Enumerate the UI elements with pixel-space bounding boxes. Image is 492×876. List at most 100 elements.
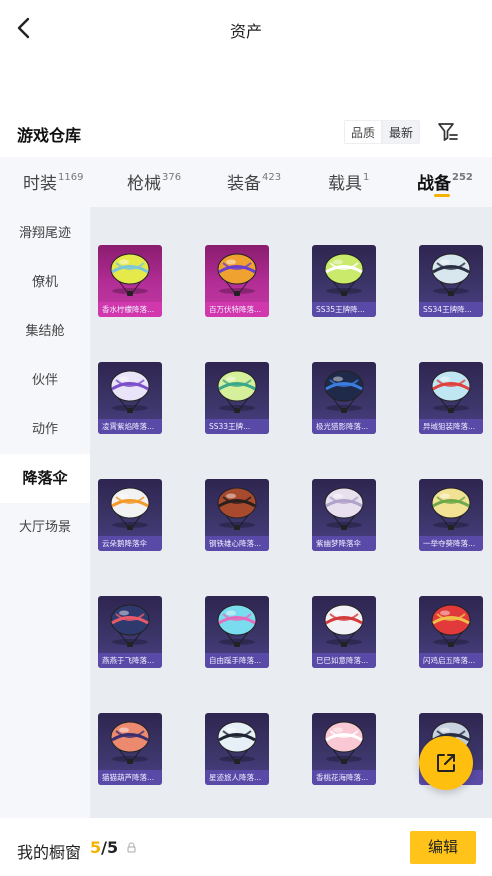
item-name: 钢铁雄心降落...: [205, 536, 269, 551]
parachute-image: [324, 253, 364, 296]
sort-quality-button[interactable]: 品质: [344, 120, 383, 144]
item-name: 自由蹊手降落...: [205, 653, 269, 668]
parachute-item-card[interactable]: 闪鸡启五降落...: [419, 596, 483, 668]
parachute-image: [431, 487, 471, 530]
item-name: 香桃花海降落...: [312, 770, 376, 785]
item-name: 云朵鹅降落伞: [98, 536, 162, 551]
parachute-image: [217, 487, 257, 530]
parachute-item-card[interactable]: 香水柠檬降落...: [98, 245, 162, 317]
item-name: 闪鸡启五降落...: [419, 653, 483, 668]
sidebar-item-glide-trail[interactable]: 滑翔尾迹: [0, 209, 90, 258]
item-name: 紫幽梦降落伞: [312, 536, 376, 551]
item-name: 香水柠檬降落...: [98, 302, 162, 317]
parachute-item-card[interactable]: 一举夺葵降落...: [419, 479, 483, 551]
item-name: 猫猫葫芦降落...: [98, 770, 162, 785]
lock-icon: [127, 842, 136, 853]
parachute-image: [217, 370, 257, 413]
tab-weapons[interactable]: 枪械376: [127, 169, 181, 194]
tab-label: 载具: [328, 174, 362, 194]
showcase-used: 5: [90, 838, 102, 857]
parachute-image: [110, 721, 150, 764]
warehouse-header: 游戏仓库 品质 最新: [0, 114, 492, 154]
item-name: 燕燕于飞降落...: [98, 653, 162, 668]
share-fab[interactable]: [419, 736, 473, 790]
parachute-item-card[interactable]: 钢铁雄心降落...: [205, 479, 269, 551]
item-name: 星迹旅人降落...: [205, 770, 269, 785]
sidebar-item-wingman[interactable]: 僚机: [0, 258, 90, 307]
tab-battle-gear[interactable]: 战备252: [417, 169, 473, 194]
parachute-item-card[interactable]: SS34王牌降...: [419, 245, 483, 317]
category-tabs: 时装1169 枪械376 装备423 载具1 战备252: [0, 157, 492, 207]
parachute-item-card[interactable]: 巳巳如意降落...: [312, 596, 376, 668]
parachute-item-card[interactable]: 紫幽梦降落伞: [312, 479, 376, 551]
parachute-item-card[interactable]: 云朵鹅降落伞: [98, 479, 162, 551]
filter-icon: [438, 123, 458, 141]
parachute-item-card[interactable]: SS33王牌...: [205, 362, 269, 434]
showcase-total: 5: [106, 838, 119, 857]
sort-toggle: 品质 最新: [344, 120, 421, 144]
item-name: 一举夺葵降落...: [419, 536, 483, 551]
parachute-image: [110, 253, 150, 296]
parachute-item-card[interactable]: 异域狙装降落...: [419, 362, 483, 434]
parachute-item-card[interactable]: 猫猫葫芦降落...: [98, 713, 162, 785]
parachute-image: [431, 604, 471, 647]
parachute-image: [324, 721, 364, 764]
parachute-item-card[interactable]: 凌霄紫焰降落...: [98, 362, 162, 434]
tab-label: 时装: [23, 174, 57, 194]
tab-label: 枪械: [127, 174, 161, 194]
item-name: SS35王牌降...: [312, 302, 376, 317]
parachute-image: [217, 721, 257, 764]
tab-count: 423: [262, 172, 282, 184]
tab-fashion[interactable]: 时装1169: [23, 169, 83, 194]
warehouse-title: 游戏仓库: [17, 126, 82, 145]
tab-count: 1169: [58, 172, 84, 184]
external-link-icon: [437, 754, 455, 772]
active-tab-indicator: [434, 194, 450, 197]
sort-newest-button[interactable]: 最新: [382, 120, 421, 144]
sidebar-item-emote[interactable]: 动作: [0, 405, 90, 454]
item-name: 巳巳如意降落...: [312, 653, 376, 668]
edit-button[interactable]: 编辑: [410, 831, 476, 864]
parachute-image: [110, 370, 150, 413]
parachute-image: [217, 253, 257, 296]
parachute-image: [324, 370, 364, 413]
parachute-image: [431, 253, 471, 296]
page-title: 资产: [229, 22, 262, 41]
tab-equipment[interactable]: 装备423: [227, 169, 281, 194]
item-name: SS34王牌降...: [419, 302, 483, 317]
tab-vehicles[interactable]: 载具1: [328, 169, 369, 194]
showcase-label: 我的橱窗: [17, 843, 82, 862]
sidebar: 滑翔尾迹 僚机 集结舱 伙伴 动作 降落伞 大厅场景: [0, 207, 90, 819]
item-name: 凌霄紫焰降落...: [98, 419, 162, 434]
parachute-item-card[interactable]: 星迹旅人降落...: [205, 713, 269, 785]
tab-label: 装备: [227, 174, 261, 194]
filter-button[interactable]: [436, 120, 460, 144]
item-name: 极光猎影降落...: [312, 419, 376, 434]
parachute-image: [324, 604, 364, 647]
parachute-item-card[interactable]: 百万伏特降落...: [205, 245, 269, 317]
item-name: 异域狙装降落...: [419, 419, 483, 434]
parachute-image: [110, 604, 150, 647]
sidebar-item-parachute[interactable]: 降落伞: [0, 454, 90, 503]
showcase-bar: 我的橱窗 5/5 编辑: [0, 818, 492, 876]
parachute-image: [431, 370, 471, 413]
tab-label: 战备: [417, 174, 451, 194]
item-name: 百万伏特降落...: [205, 302, 269, 317]
item-grid: 香水柠檬降落... 百万伏特降落... SS35王牌降... SS34王牌降... 凌霄…: [90, 207, 492, 819]
item-name: SS33王牌...: [205, 419, 269, 434]
tab-count: 1: [363, 172, 370, 184]
parachute-item-card[interactable]: 自由蹊手降落...: [205, 596, 269, 668]
parachute-item-card[interactable]: 极光猎影降落...: [312, 362, 376, 434]
parachute-image: [110, 487, 150, 530]
parachute-image: [324, 487, 364, 530]
showcase-count: 5/5: [90, 838, 118, 857]
sidebar-item-companion[interactable]: 伙伴: [0, 356, 90, 405]
parachute-item-card[interactable]: 燕燕于飞降落...: [98, 596, 162, 668]
sidebar-item-assembly-pod[interactable]: 集结舱: [0, 307, 90, 356]
parachute-item-card[interactable]: SS35王牌降...: [312, 245, 376, 317]
top-bar: 资产: [0, 0, 492, 58]
sidebar-item-lobby-scene[interactable]: 大厅场景: [0, 503, 90, 552]
parachute-image: [217, 604, 257, 647]
parachute-item-card[interactable]: 香桃花海降落...: [312, 713, 376, 785]
tab-count: 252: [452, 172, 473, 184]
